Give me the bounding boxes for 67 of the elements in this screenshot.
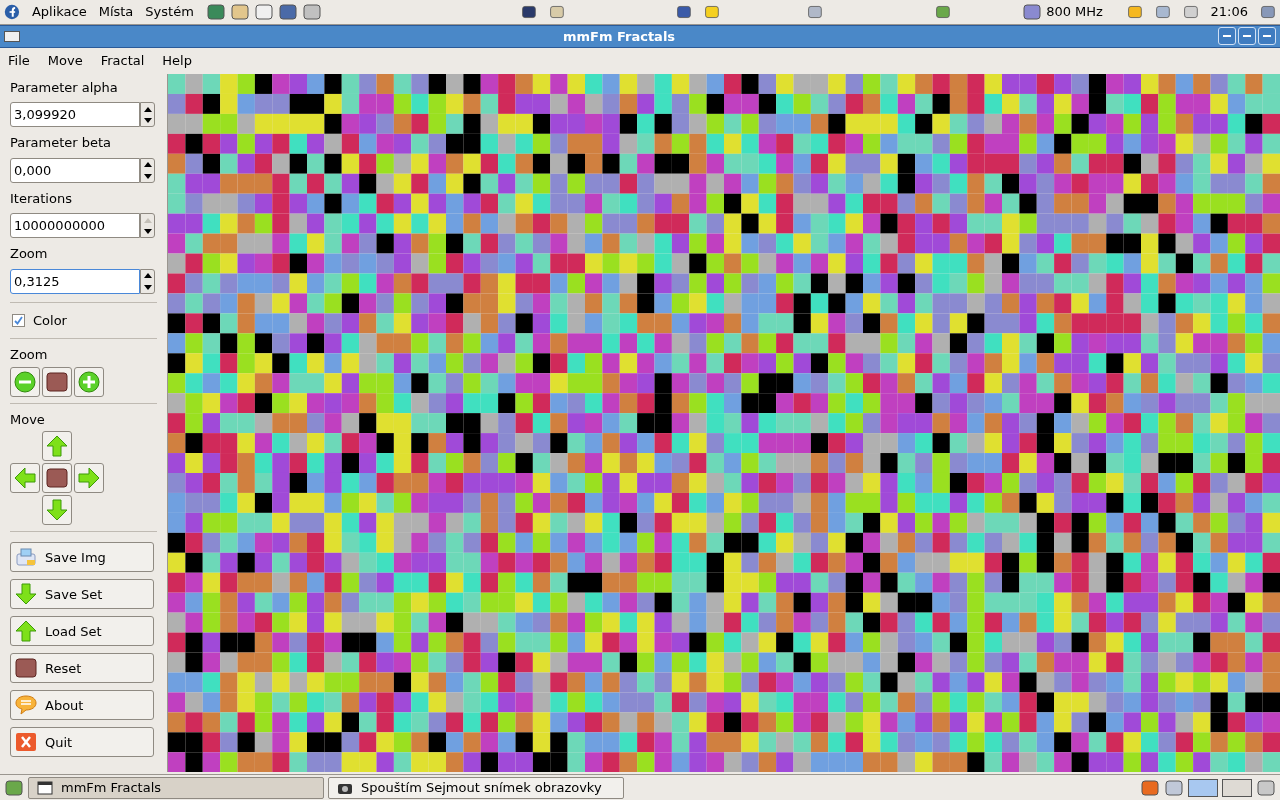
up-triangle-icon [143,106,152,112]
maximize-button[interactable] [1238,27,1256,46]
move-down-button[interactable] [42,495,72,526]
panel-menu[interactable]: Místa [98,2,134,22]
down-arrow-icon [15,583,37,606]
menu-item[interactable]: Move [47,51,83,71]
up-arrow-icon [46,435,68,458]
stop-icon [46,371,68,392]
clock: 21:06 [1210,3,1249,22]
close-button[interactable] [1258,27,1276,46]
menu-item[interactable]: File [8,51,30,71]
number-field[interactable]: 10000000000 [10,213,140,239]
down-arrow-icon [46,499,68,522]
number-field[interactable]: 0,3125 [10,268,140,294]
menu-item[interactable]: Help [162,51,192,71]
zoom-out-icon [14,370,36,393]
window-title: mmFm Fractals [561,27,677,46]
up-triangle-icon [143,217,152,223]
field-label: Parameter beta [10,134,113,153]
color-checkbox[interactable] [12,314,25,328]
number-field[interactable]: 3,099920 [10,102,140,128]
action-button[interactable]: Save Img [10,542,154,573]
menu-item[interactable]: Fractal [100,51,145,71]
workspace-icon[interactable] [1188,778,1218,797]
panel-menu[interactable]: Aplikace [31,2,87,22]
window-menu-icon[interactable] [4,30,20,42]
field-label: Parameter alpha [10,78,119,97]
window-icon [37,780,53,795]
stop-icon [46,468,68,489]
cpu-frequency: 800 MHz [1046,3,1103,22]
action-button[interactable]: About [10,690,154,721]
move-left-button[interactable] [10,463,40,494]
minimize-button[interactable] [1218,27,1236,46]
action-button[interactable]: Quit [10,727,154,758]
down-triangle-icon [143,118,152,124]
field-label: Iterations [10,189,73,208]
zoom-in-button[interactable] [74,366,104,397]
up-arrow-icon [15,620,37,643]
zoom-reset-button[interactable] [42,366,72,397]
down-triangle-icon [143,284,152,290]
close-icon [15,732,37,753]
down-triangle-icon [143,173,152,179]
section-label: Move [10,410,46,429]
zoom-in-icon [78,370,100,393]
checkbox-label: Color [33,311,67,330]
down-triangle-icon [143,229,152,235]
section-label: Zoom [10,346,49,365]
taskbar-button[interactable]: mmFm Fractals [28,776,324,799]
zoom-out-button[interactable] [10,366,40,397]
action-button[interactable]: Reset [10,653,154,684]
field-label: Zoom [10,245,49,264]
panel-menu[interactable]: Systém [145,2,194,22]
up-triangle-icon [143,273,152,279]
action-button[interactable]: Load Set [10,616,154,647]
taskbar-button[interactable]: Spouštím Sejmout snímek obrazovky [328,776,624,799]
move-reset-button[interactable] [42,463,72,494]
action-button[interactable]: Save Set [10,579,154,610]
speech-bubble-icon [15,694,37,717]
move-up-button[interactable] [42,431,72,462]
right-arrow-icon [78,467,100,490]
workspace-icon[interactable] [1222,778,1252,797]
up-triangle-icon [143,162,152,168]
stop-icon [15,658,37,679]
left-arrow-icon [14,467,36,490]
number-field[interactable]: 0,000 [10,157,140,183]
move-right-button[interactable] [74,463,104,494]
printer-icon [15,546,37,569]
